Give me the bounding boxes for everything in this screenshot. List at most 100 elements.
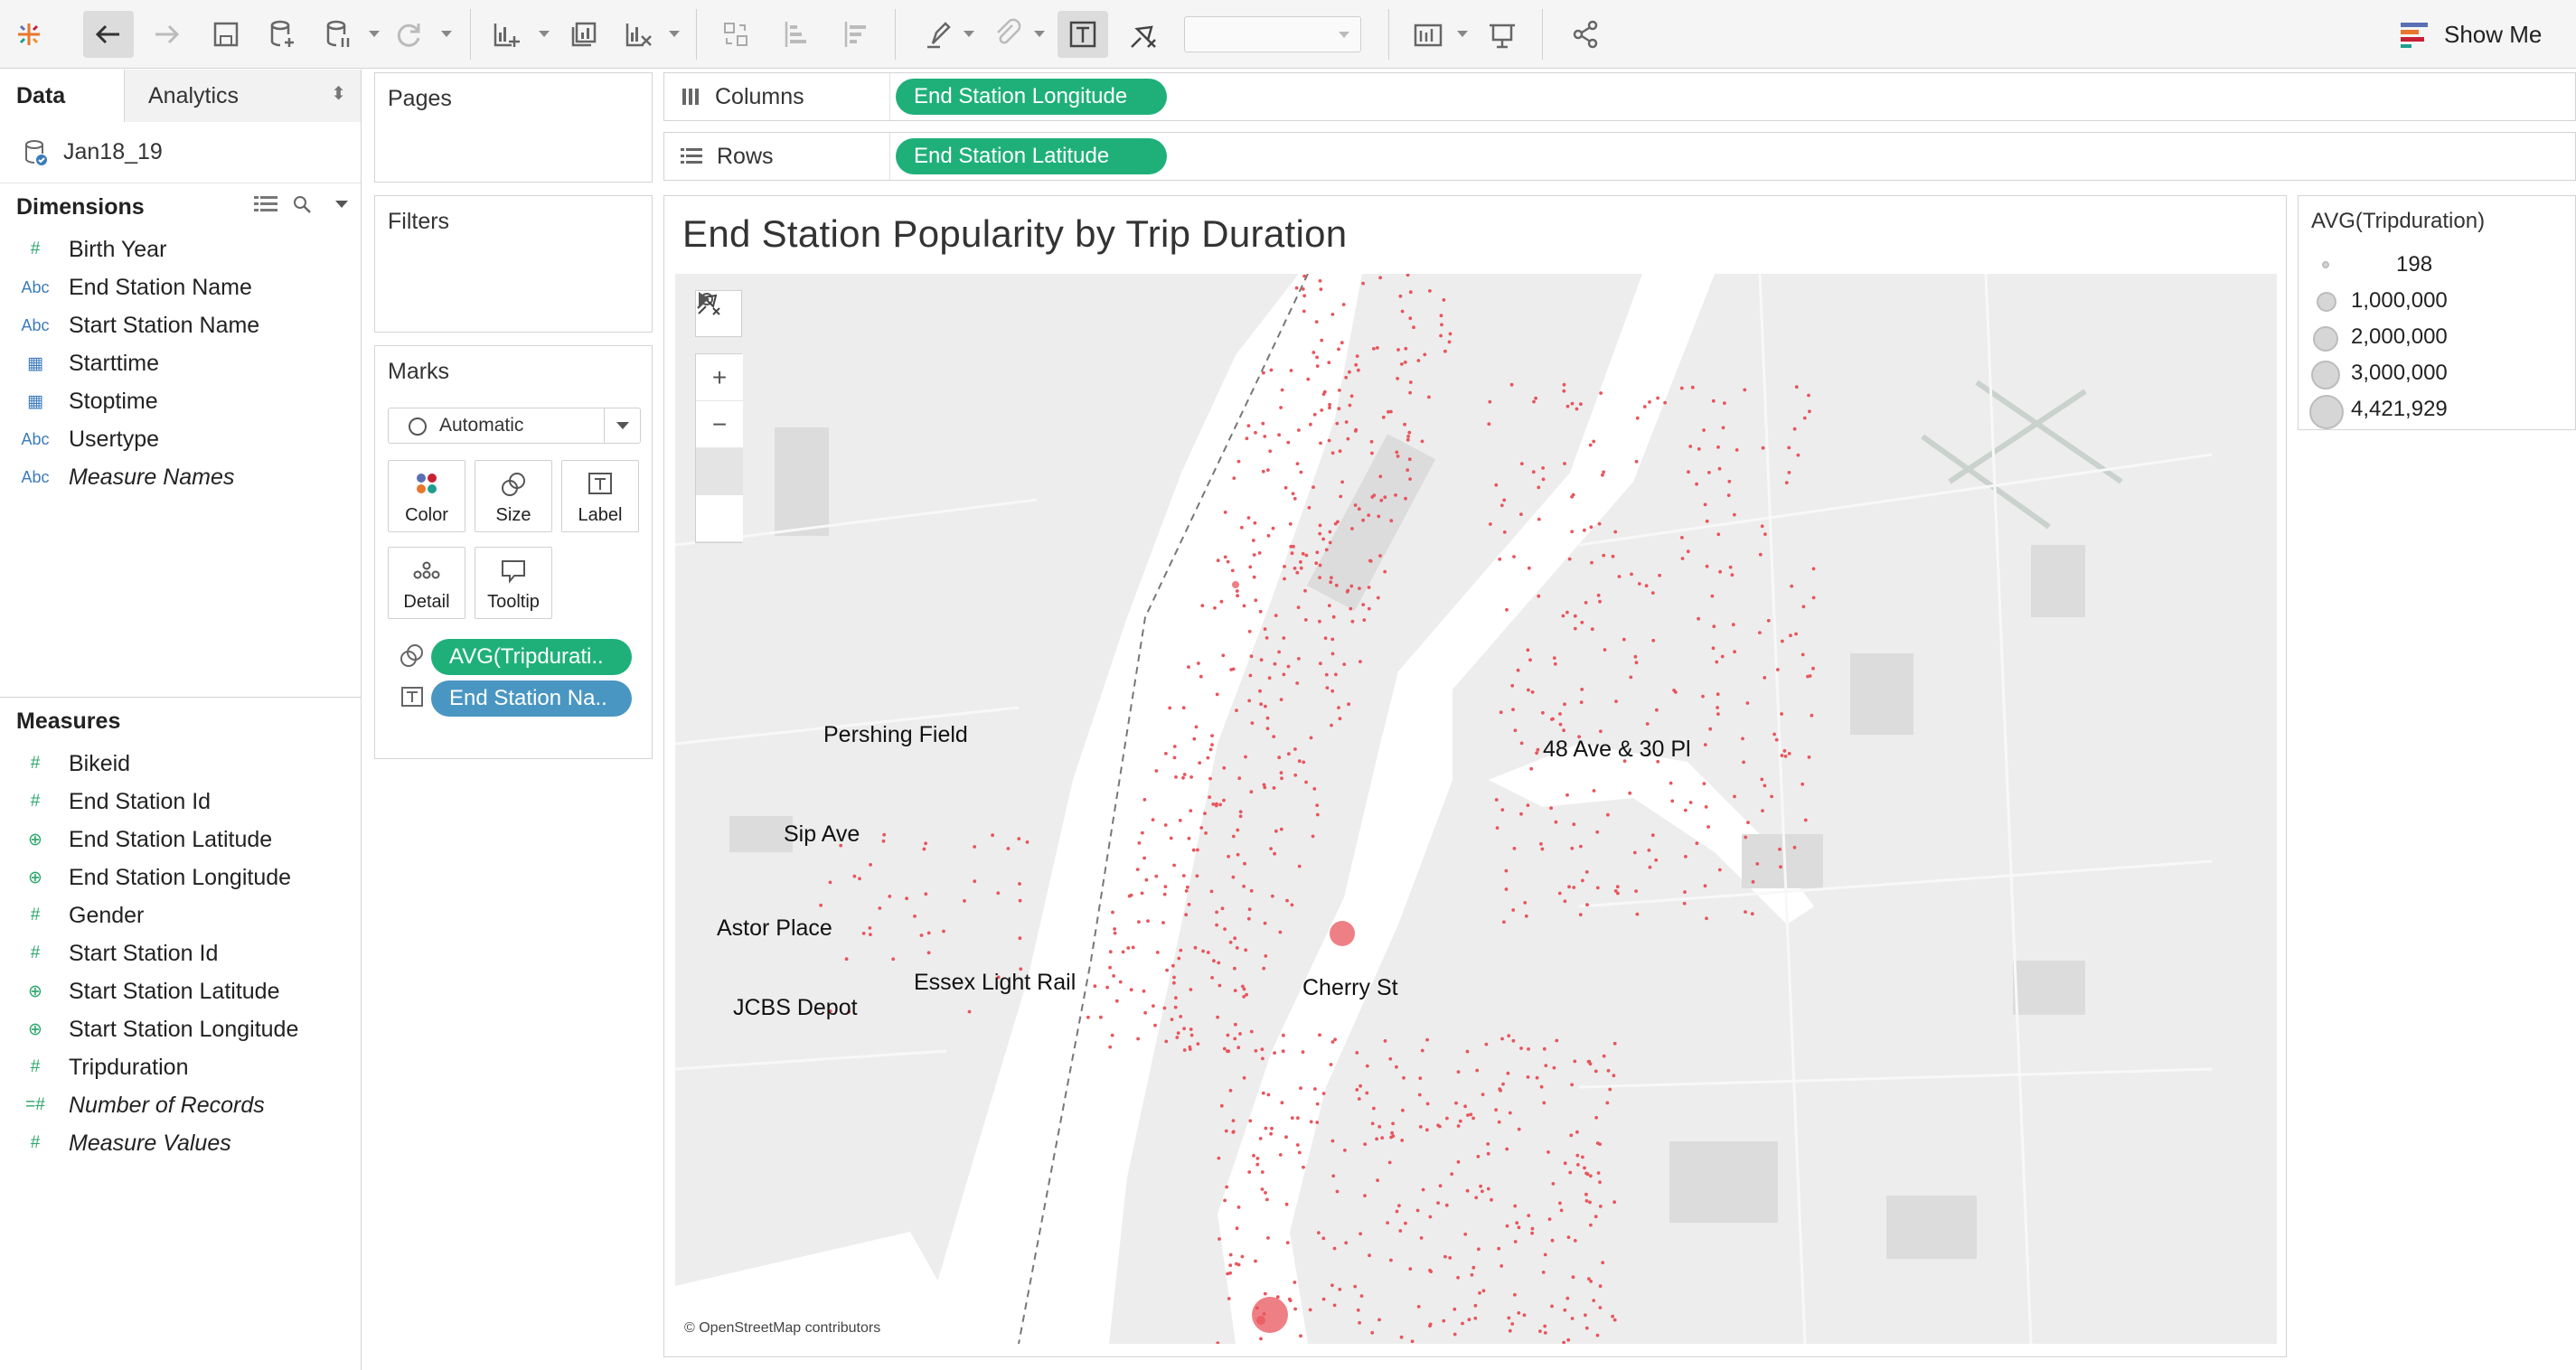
station-dot[interactable] — [1398, 1229, 1403, 1233]
station-dot[interactable] — [1537, 485, 1541, 490]
detail-button[interactable]: Detail — [388, 547, 465, 619]
station-dot[interactable] — [1324, 548, 1329, 552]
station-dot[interactable] — [882, 832, 887, 837]
station-dot[interactable] — [1260, 1187, 1264, 1191]
station-dot[interactable] — [1223, 511, 1227, 514]
station-dot[interactable] — [1612, 1318, 1617, 1322]
station-dot[interactable] — [1445, 1116, 1449, 1121]
station-dot[interactable] — [1428, 1215, 1433, 1219]
station-dot[interactable] — [1233, 989, 1237, 992]
station-dot[interactable] — [1137, 841, 1142, 845]
station-dot[interactable] — [1293, 1281, 1297, 1284]
station-dot[interactable] — [1289, 369, 1293, 372]
station-dot[interactable] — [1583, 1166, 1586, 1170]
station-dot[interactable] — [1330, 313, 1335, 316]
station-dot[interactable] — [1378, 276, 1382, 280]
station-dot[interactable] — [1733, 512, 1736, 517]
station-dot[interactable] — [869, 933, 872, 936]
station-dot[interactable] — [924, 841, 927, 846]
station-dot[interactable] — [1330, 723, 1333, 727]
station-dot[interactable] — [1541, 477, 1546, 482]
station-dot[interactable] — [1763, 532, 1767, 536]
station-dot[interactable] — [1506, 1071, 1510, 1075]
station-dot[interactable] — [1211, 802, 1216, 806]
station-dot[interactable] — [1295, 462, 1300, 465]
station-dot[interactable] — [1500, 503, 1504, 508]
station-dot[interactable] — [1790, 584, 1794, 588]
station-dot[interactable] — [1269, 847, 1273, 850]
station-dot[interactable] — [1154, 874, 1159, 878]
station-dot[interactable] — [1232, 476, 1236, 480]
station-dot[interactable] — [1319, 662, 1322, 666]
station-dot[interactable] — [1584, 870, 1589, 874]
station-dot[interactable] — [1265, 727, 1270, 730]
new-worksheet-dropdown-icon[interactable] — [539, 31, 550, 37]
station-dot[interactable] — [1353, 503, 1358, 507]
station-dot[interactable] — [1228, 1263, 1233, 1267]
station-dot[interactable] — [1164, 752, 1168, 755]
station-dot[interactable] — [1727, 479, 1732, 483]
station-dot[interactable] — [1172, 745, 1177, 748]
station-dot[interactable] — [1255, 1157, 1260, 1160]
station-dot[interactable] — [1570, 530, 1575, 534]
station-dot[interactable] — [1513, 1204, 1518, 1208]
station-dot[interactable] — [1463, 1104, 1467, 1109]
station-dot[interactable] — [1517, 1127, 1521, 1131]
station-dot[interactable] — [1142, 989, 1146, 993]
station-dot[interactable] — [1216, 558, 1220, 563]
station-dot[interactable] — [1295, 570, 1300, 575]
station-dot[interactable] — [1262, 966, 1266, 971]
station-dot[interactable] — [1585, 903, 1589, 907]
station-dot[interactable] — [1562, 382, 1566, 387]
station-dot[interactable] — [1695, 482, 1698, 486]
station-dot[interactable] — [1263, 435, 1267, 438]
station-dot[interactable] — [1418, 1125, 1423, 1129]
station-dot[interactable] — [1336, 520, 1340, 524]
station-dot[interactable] — [1448, 1256, 1453, 1260]
station-dot[interactable] — [1293, 1307, 1297, 1311]
station-dot[interactable] — [1208, 795, 1211, 799]
station-dot[interactable] — [1535, 751, 1538, 755]
station-dot[interactable] — [1487, 422, 1491, 427]
station-dot[interactable] — [1712, 624, 1716, 629]
station-dot[interactable] — [1293, 496, 1297, 501]
station-dot[interactable] — [1204, 831, 1208, 835]
station-dot[interactable] — [1450, 1172, 1454, 1176]
station-dot[interactable] — [1716, 445, 1720, 449]
station-dot[interactable] — [1497, 1120, 1501, 1124]
station-dot[interactable] — [1330, 576, 1333, 580]
station-dot[interactable] — [1522, 1313, 1527, 1318]
station-dot[interactable] — [1381, 415, 1386, 419]
station-dot[interactable] — [1594, 1115, 1598, 1120]
station-dot[interactable] — [1530, 690, 1535, 694]
station-dot[interactable] — [1716, 692, 1720, 697]
station-dot[interactable] — [1233, 936, 1237, 941]
station-dot[interactable] — [1787, 752, 1791, 755]
new-datasource-icon[interactable] — [257, 11, 307, 58]
station-dot[interactable] — [1498, 1087, 1502, 1092]
station-dot[interactable] — [1223, 927, 1227, 931]
station-dot[interactable] — [1356, 1308, 1360, 1312]
station-dot[interactable] — [1527, 566, 1531, 570]
station-dot[interactable] — [1113, 927, 1116, 931]
station-dot[interactable] — [1108, 950, 1113, 954]
station-dot[interactable] — [1344, 420, 1349, 424]
station-dot[interactable] — [1486, 1187, 1490, 1191]
station-dot[interactable] — [1261, 1091, 1265, 1095]
station-dot[interactable] — [1253, 521, 1257, 525]
station-dot[interactable] — [1617, 575, 1622, 578]
station-dot[interactable] — [1261, 1056, 1264, 1061]
station-dot[interactable] — [1511, 908, 1516, 912]
station-dot[interactable] — [1716, 706, 1719, 709]
station-dot[interactable] — [1277, 650, 1281, 654]
station-dot[interactable] — [1796, 453, 1800, 457]
station-dot[interactable] — [967, 1009, 972, 1014]
station-dot[interactable] — [1338, 389, 1341, 392]
station-dot[interactable] — [1563, 1308, 1567, 1312]
station-dot[interactable] — [1721, 426, 1725, 430]
station-dot[interactable] — [1271, 894, 1274, 898]
station-dot[interactable] — [1579, 402, 1583, 407]
station-dot[interactable] — [1215, 923, 1218, 927]
station-dot[interactable] — [1697, 447, 1701, 451]
station-dot[interactable] — [1365, 1091, 1369, 1095]
